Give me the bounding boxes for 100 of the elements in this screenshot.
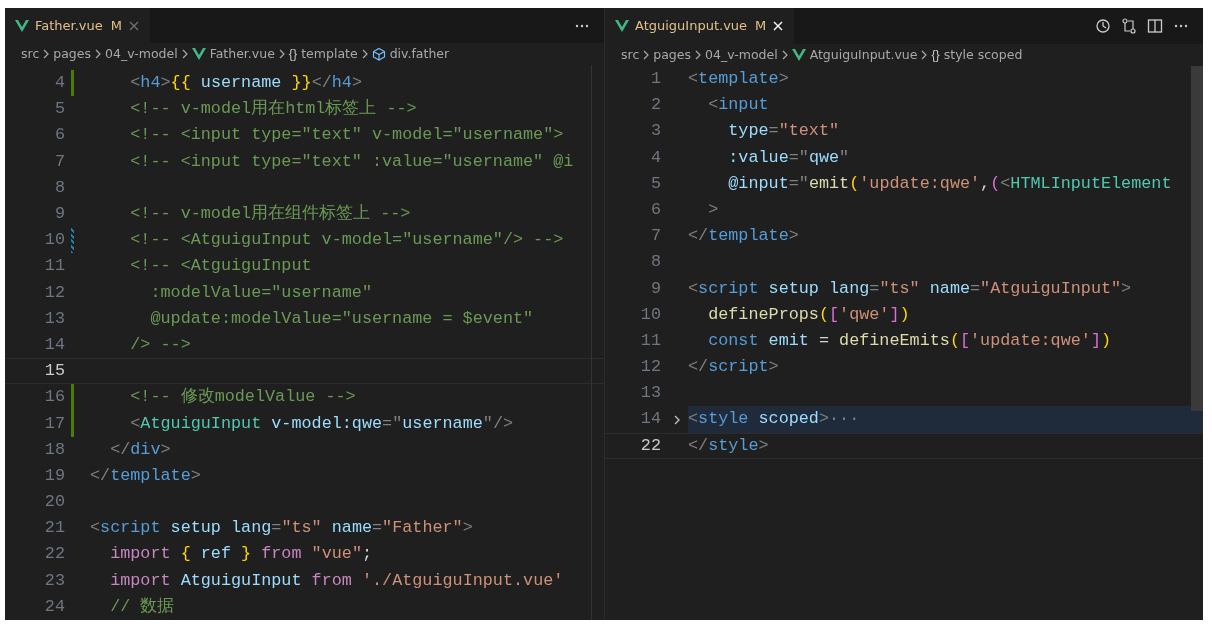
code-line: type="text": [727, 120, 840, 143]
line-number: 23: [43, 569, 65, 592]
fold-chevron-icon[interactable]: [673, 413, 681, 426]
tab-label: AtguiguInput.vue: [635, 17, 748, 36]
code-line: <!-- <input type="text" :value="username" @i: [129, 150, 574, 173]
chevron-icon: [695, 50, 701, 60]
chevron-icon: [181, 49, 188, 60]
line-number: 1: [649, 68, 661, 90]
modified-indicator: M: [110, 16, 123, 35]
line-number: 14: [43, 333, 65, 356]
modified-indicator: M: [755, 17, 767, 36]
breadcrumb-item[interactable]: src: [621, 45, 640, 65]
code-line: <template>: [688, 68, 789, 90]
line-number: 16: [43, 386, 65, 409]
line-number: 19: [43, 464, 65, 487]
history-icon[interactable]: [1095, 18, 1111, 34]
code-line: </template>: [90, 464, 201, 487]
line-number: 8: [53, 176, 65, 199]
code-line: <!-- 修改modelValue -->: [129, 386, 356, 409]
code-line: @update:modelValue="username = $event": [149, 307, 534, 330]
line-number: 12: [43, 281, 65, 304]
breadcrumb-item[interactable]: 04_v-model: [705, 45, 778, 65]
vue-file-icon: [615, 20, 629, 32]
code-line: :value="qwe": [727, 146, 850, 169]
line-number: 5: [53, 98, 65, 121]
code-line: <!-- v-model用在组件标签上 -->: [129, 203, 411, 225]
code-line: /> -->: [129, 333, 191, 356]
code-line: <input: [707, 94, 769, 117]
line-number: 4: [649, 146, 661, 169]
editor-tab[interactable]: Father.vue M: [5, 8, 151, 44]
chevron-icon: [95, 49, 101, 60]
code-line: </script>: [688, 356, 779, 379]
code-line: <AtguiguInput v-model:qwe="username"/>: [129, 412, 514, 435]
code-line: </div>: [109, 438, 171, 461]
line-number: 5: [649, 172, 661, 195]
braces-symbol: {}: [931, 46, 940, 64]
braces-symbol: {}: [288, 45, 298, 63]
line-number: 17: [43, 412, 65, 435]
line-number: 13: [639, 382, 661, 405]
code-line: >: [707, 198, 719, 221]
code-line: // 数据: [109, 595, 175, 618]
scrollbar-thumb[interactable]: [1191, 66, 1203, 411]
breadcrumb-item[interactable]: Father.vue: [209, 44, 275, 64]
line-number: 20: [43, 491, 65, 514]
code-line: @input="emit('update:qwe',(<HTMLInputElement: [727, 172, 1172, 195]
chevron-icon: [361, 49, 368, 60]
line-number: 9: [649, 277, 661, 300]
chevron-icon: [781, 50, 788, 60]
line-number: 10: [43, 229, 65, 252]
line-number: 22: [43, 543, 65, 566]
line-number: 6: [649, 198, 661, 221]
line-number: 22: [639, 434, 661, 457]
line-number: 15: [43, 360, 65, 383]
code-line: :modelValue="username": [149, 281, 372, 304]
line-number: 7: [53, 150, 65, 173]
line-number: 9: [53, 203, 65, 225]
compare-changes-icon[interactable]: [1121, 18, 1137, 34]
line-number: 14: [639, 408, 661, 431]
code-line: import AtguiguInput from './AtguiguInput.vue': [109, 569, 564, 592]
breadcrumb-item[interactable]: 04_v-model: [105, 44, 178, 64]
chevron-icon: [43, 49, 50, 60]
breadcrumb-item[interactable]: pages: [53, 44, 91, 64]
code-line: <script setup lang="ts" name="Father">: [90, 517, 473, 540]
code-line: import { ref } from "vue";: [109, 543, 373, 566]
line-number: 18: [43, 438, 65, 461]
breadcrumb-item[interactable]: div.father: [389, 44, 450, 64]
tab-label: Father.vue: [35, 16, 103, 35]
line-number: 7: [649, 225, 661, 248]
line-number: 21: [43, 517, 65, 540]
breadcrumb-item[interactable]: style scoped: [943, 45, 1023, 65]
breadcrumb-item[interactable]: AtguiguInput.vue: [809, 45, 918, 65]
line-number: 11: [43, 255, 65, 278]
line-number: 4: [53, 72, 65, 95]
code-line: </template>: [688, 225, 799, 248]
breadcrumb-item[interactable]: pages: [653, 45, 691, 65]
chevron-icon: [921, 50, 928, 60]
vue-file-icon: [191, 48, 206, 61]
line-number: 10: [639, 303, 661, 326]
chevron-icon: [278, 49, 285, 60]
split-editor-icon[interactable]: [1147, 18, 1163, 34]
line-number: 11: [639, 329, 661, 352]
code-line: <!-- v-model用在html标签上 -->: [129, 98, 417, 121]
code-line: <script setup lang="ts" name="AtguiguInput">: [688, 277, 1132, 300]
code-line: <!-- <AtguiguInput v-model="username"/> -->: [129, 229, 564, 252]
breadcrumb-item[interactable]: src: [21, 44, 40, 64]
line-number: 2: [649, 94, 661, 117]
line-number: 13: [43, 307, 65, 330]
breadcrumb-item[interactable]: template: [301, 44, 358, 64]
code-line: const emit = defineEmits(['update:qwe']): [707, 329, 1112, 352]
line-number: 24: [43, 595, 65, 618]
line-number: 12: [639, 356, 661, 379]
vue-file-icon: [15, 19, 29, 32]
code-line: <h4>{{ username }}</h4>: [129, 72, 362, 95]
modified-line-marker: [71, 227, 74, 254]
line-number: 3: [649, 120, 661, 143]
close-icon[interactable]: [772, 20, 785, 32]
code-line: </style>: [688, 434, 769, 457]
code-line: <!-- <input type="text" v-model="username">: [129, 124, 564, 147]
code-line: defineProps(['qwe']): [707, 303, 910, 326]
editor-tab[interactable]: AtguiguInput.vue M: [605, 8, 795, 44]
